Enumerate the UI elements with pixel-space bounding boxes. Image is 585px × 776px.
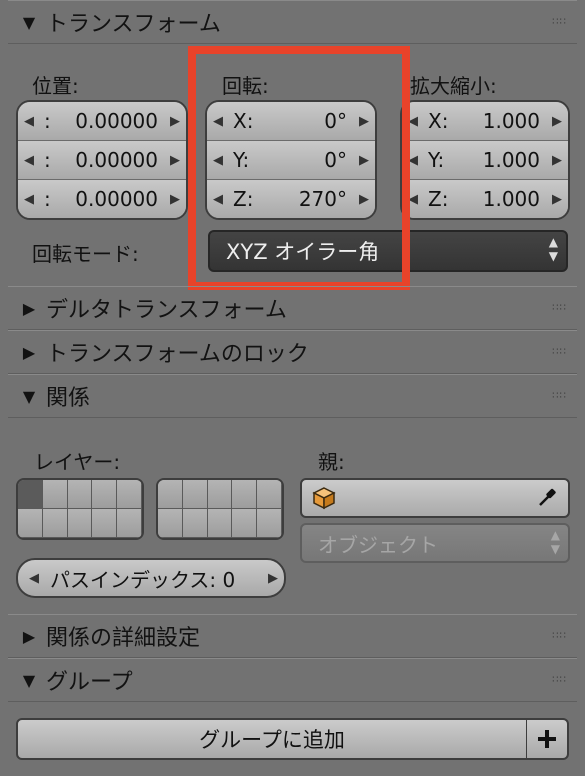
scale-x-field[interactable]: ◀ X: 1.000 ▶	[402, 102, 568, 141]
layer-toggle[interactable]	[42, 480, 68, 509]
collapse-triangle-icon: ▼	[22, 386, 36, 406]
location-x-field[interactable]: ◀ : 0.00000 ▶	[18, 102, 186, 141]
decrement-arrow-icon[interactable]: ◀	[18, 153, 40, 168]
layer-toggle[interactable]	[182, 509, 208, 538]
panel-title: トランスフォーム	[46, 12, 221, 37]
expand-triangle-icon: ▶	[22, 626, 36, 646]
panel-title: トランスフォームのロック	[46, 342, 309, 367]
add-to-group-label: グループに追加	[199, 728, 345, 752]
increment-arrow-icon[interactable]: ▶	[546, 192, 568, 207]
drag-grip-icon[interactable]: ∷∷	[552, 303, 567, 314]
up-down-arrows-icon: ▲ ▼	[548, 235, 558, 263]
decrement-arrow-icon[interactable]: ◀	[207, 114, 229, 129]
scale-z-field[interactable]: ◀ Z: 1.000 ▶	[402, 180, 568, 218]
layer-toggle[interactable]	[207, 480, 233, 509]
increment-arrow-icon[interactable]: ▶	[268, 571, 278, 586]
drag-grip-icon[interactable]: ∷∷	[552, 631, 567, 642]
increment-arrow-icon[interactable]: ▶	[353, 153, 375, 168]
panel-title: 関係の詳細設定	[46, 626, 201, 651]
drag-grip-icon[interactable]: ∷∷	[552, 391, 567, 402]
layer-toggle[interactable]	[18, 480, 43, 509]
panel-header-transform[interactable]: ▼ トランスフォーム ∷∷	[8, 0, 577, 44]
rotation-x-field[interactable]: ◀ X: 0° ▶	[207, 102, 375, 141]
layer-toggle[interactable]	[182, 480, 208, 509]
decrement-arrow-icon[interactable]: ◀	[402, 114, 424, 129]
increment-arrow-icon[interactable]: ▶	[164, 153, 186, 168]
layer-toggle[interactable]	[92, 509, 118, 538]
location-z-field[interactable]: ◀ : 0.00000 ▶	[18, 180, 186, 218]
decrement-arrow-icon[interactable]: ◀	[402, 192, 424, 207]
rotation-z-field[interactable]: ◀ Z: 270° ▶	[207, 180, 375, 218]
add-group-plus-button[interactable]	[526, 718, 569, 760]
layer-toggle[interactable]	[232, 480, 258, 509]
add-to-group-button[interactable]: グループに追加	[16, 718, 528, 760]
parent-type-value: オブジェクト	[318, 532, 438, 557]
panel-header-groups[interactable]: ▼ グループ ∷∷	[8, 658, 577, 702]
rotation-fields: ◀ X: 0° ▶ ◀ Y: 0° ▶ ◀ Z: 270° ▶	[205, 100, 377, 220]
parent-label: 親:	[318, 450, 345, 474]
decrement-arrow-icon[interactable]: ◀	[22, 571, 46, 586]
decrement-arrow-icon[interactable]: ◀	[18, 114, 40, 129]
expand-triangle-icon: ▶	[22, 342, 36, 362]
decrement-arrow-icon[interactable]: ◀	[207, 153, 229, 168]
layer-toggle[interactable]	[117, 509, 142, 538]
panel-header-transform-locks[interactable]: ▶ トランスフォームのロック ∷∷	[8, 330, 577, 374]
plus-icon	[538, 730, 556, 748]
scale-fields: ◀ X: 1.000 ▶ ◀ Y: 1.000 ▶ ◀ Z: 1.000 ▶	[400, 100, 570, 220]
scale-y-field[interactable]: ◀ Y: 1.000 ▶	[402, 141, 568, 180]
layer-grid-right[interactable]	[156, 478, 284, 540]
panel-header-delta-transform[interactable]: ▶ デルタトランスフォーム ∷∷	[8, 286, 577, 330]
cube-icon	[312, 487, 336, 510]
increment-arrow-icon[interactable]: ▶	[546, 114, 568, 129]
rotation-mode-label: 回転モード:	[32, 242, 139, 266]
location-y-field[interactable]: ◀ : 0.00000 ▶	[18, 141, 186, 180]
up-down-arrows-icon: ▲ ▼	[550, 528, 560, 556]
rotation-label: 回転:	[222, 74, 269, 98]
layer-label: レイヤー:	[34, 450, 121, 474]
decrement-arrow-icon[interactable]: ◀	[402, 153, 424, 168]
layer-toggle[interactable]	[257, 480, 282, 509]
panel-title: デルタトランスフォーム	[46, 298, 287, 323]
layer-toggle[interactable]	[67, 509, 93, 538]
drag-grip-icon[interactable]: ∷∷	[552, 347, 567, 358]
decrement-arrow-icon[interactable]: ◀	[207, 192, 229, 207]
collapse-triangle-icon: ▼	[22, 12, 36, 32]
panel-title: 関係	[46, 386, 91, 411]
pass-index-field[interactable]: ◀ パスインデックス: 0 ▶	[16, 558, 286, 598]
collapse-triangle-icon: ▼	[22, 670, 36, 690]
decrement-arrow-icon[interactable]: ◀	[18, 192, 40, 207]
rotation-mode-select[interactable]: XYZ オイラー角 ▲ ▼	[208, 230, 568, 272]
location-label: 位置:	[32, 74, 79, 98]
layer-toggle[interactable]	[42, 509, 68, 538]
panel-header-relations[interactable]: ▼ 関係 ∷∷	[8, 374, 577, 418]
parent-object-field[interactable]	[300, 478, 570, 518]
layer-toggle[interactable]	[158, 480, 183, 509]
increment-arrow-icon[interactable]: ▶	[164, 192, 186, 207]
drag-grip-icon[interactable]: ∷∷	[552, 17, 567, 28]
parent-type-select[interactable]: オブジェクト ▲ ▼	[300, 523, 570, 563]
pass-index-value: パスインデックス: 0	[50, 567, 236, 592]
layer-toggle[interactable]	[117, 480, 142, 509]
panel-title: グループ	[46, 670, 133, 695]
location-fields: ◀ : 0.00000 ▶ ◀ : 0.00000 ▶ ◀ : 0.00000 …	[16, 100, 188, 220]
rotation-y-field[interactable]: ◀ Y: 0° ▶	[207, 141, 375, 180]
layer-toggle[interactable]	[207, 509, 233, 538]
increment-arrow-icon[interactable]: ▶	[353, 192, 375, 207]
layer-toggle[interactable]	[18, 509, 43, 538]
eyedropper-icon[interactable]	[536, 485, 560, 509]
expand-triangle-icon: ▶	[22, 298, 36, 318]
layer-toggle[interactable]	[257, 509, 282, 538]
layer-grid-left[interactable]	[16, 478, 144, 540]
increment-arrow-icon[interactable]: ▶	[353, 114, 375, 129]
layer-toggle[interactable]	[232, 509, 258, 538]
drag-grip-icon[interactable]: ∷∷	[552, 675, 567, 686]
layer-toggle[interactable]	[92, 480, 118, 509]
rotation-mode-value: XYZ オイラー角	[226, 240, 380, 264]
scale-label: 拡大縮小:	[410, 74, 497, 98]
increment-arrow-icon[interactable]: ▶	[164, 114, 186, 129]
increment-arrow-icon[interactable]: ▶	[546, 153, 568, 168]
layer-toggle[interactable]	[158, 509, 183, 538]
layer-toggle[interactable]	[67, 480, 93, 509]
panel-header-relations-extras[interactable]: ▶ 関係の詳細設定 ∷∷	[8, 614, 577, 658]
